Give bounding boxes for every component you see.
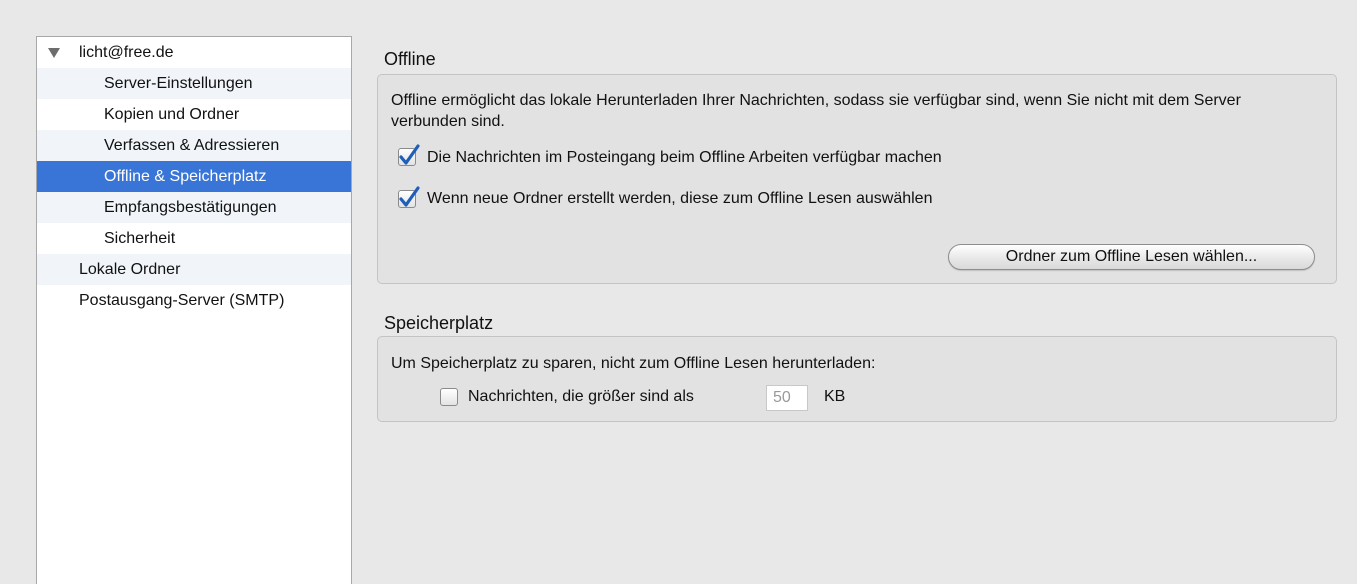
tree-item-label: licht@free.de [79, 44, 174, 61]
storage-description: Um Speicherplatz zu sparen, nicht zum Of… [391, 355, 876, 372]
tree-item-receipts[interactable]: Empfangsbestätigungen [37, 192, 351, 223]
checkmark-icon [399, 144, 420, 165]
tree-item-label: Kopien und Ordner [104, 106, 240, 123]
tree-item-account[interactable]: licht@free.de [37, 37, 351, 68]
disclosure-triangle-icon[interactable] [47, 37, 61, 68]
tree-item-server-settings[interactable]: Server-Einstellungen [37, 68, 351, 99]
select-offline-folders-button[interactable]: Ordner zum Offline Lesen wählen... [948, 244, 1315, 270]
tree-item-security[interactable]: Sicherheit [37, 223, 351, 254]
tree-item-label: Sicherheit [104, 230, 176, 247]
size-limit-input[interactable]: 50 [766, 385, 808, 411]
tree-item-offline-storage[interactable]: Offline & Speicherplatz [37, 161, 351, 192]
storage-section-title: Speicherplatz [384, 313, 494, 333]
size-limit-checkbox[interactable] [440, 388, 458, 406]
inbox-offline-label[interactable]: Die Nachrichten im Posteingang beim Offl… [427, 147, 942, 169]
tree-item-label: Empfangsbestätigungen [104, 199, 277, 216]
tree-item-local-folders[interactable]: Lokale Ordner [37, 254, 351, 285]
new-folders-offline-label[interactable]: Wenn neue Ordner erstellt werden, diese … [427, 188, 932, 210]
offline-group-box: Offline ermöglicht das lokale Herunterla… [377, 74, 1337, 284]
tree-item-label: Verfassen & Adressieren [104, 137, 280, 154]
account-tree[interactable]: licht@free.de Server-Einstellungen Kopie… [36, 36, 352, 584]
offline-description: Offline ermöglicht das lokale Herunterla… [391, 92, 1241, 130]
offline-section-title: Offline [384, 49, 436, 69]
size-limit-label[interactable]: Nachrichten, die größer sind als [468, 386, 694, 408]
inbox-offline-checkbox[interactable] [398, 144, 420, 166]
size-unit-label: KB [824, 388, 846, 405]
tree-item-label: Postausgang-Server (SMTP) [79, 292, 285, 309]
tree-item-label: Offline & Speicherplatz [104, 168, 267, 185]
new-folders-offline-checkbox[interactable] [398, 186, 420, 208]
tree-item-label: Server-Einstellungen [104, 75, 253, 92]
tree-item-label: Lokale Ordner [79, 261, 181, 278]
tree-item-copies-folders[interactable]: Kopien und Ordner [37, 99, 351, 130]
storage-group-box: Um Speicherplatz zu sparen, nicht zum Of… [377, 336, 1337, 422]
tree-item-smtp-server[interactable]: Postausgang-Server (SMTP) [37, 285, 351, 316]
tree-item-composition[interactable]: Verfassen & Adressieren [37, 130, 351, 161]
checkmark-icon [399, 186, 420, 207]
